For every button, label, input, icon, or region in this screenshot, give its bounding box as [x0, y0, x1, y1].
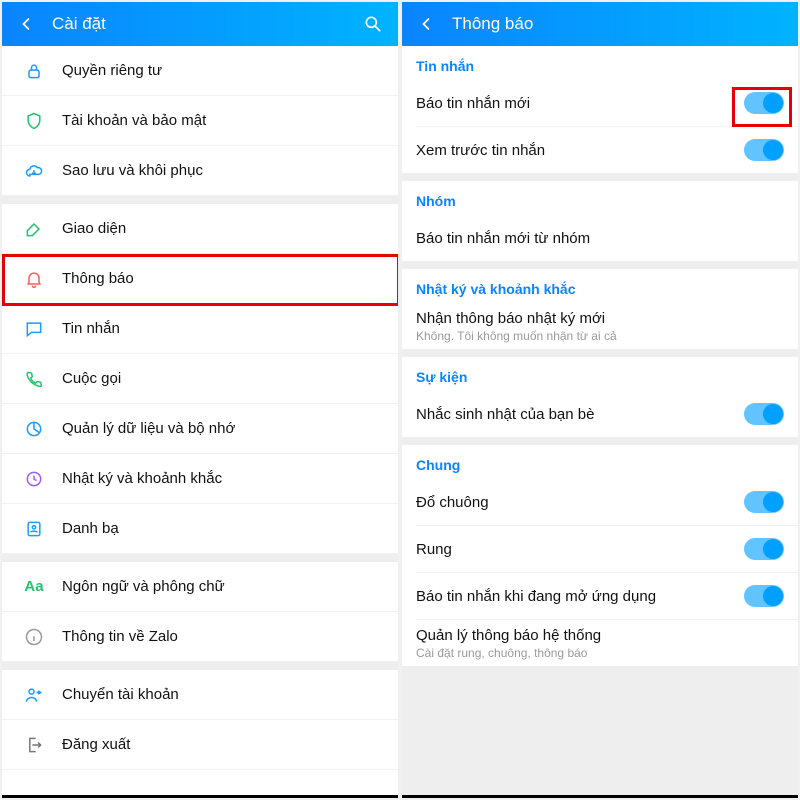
- settings-row-info[interactable]: Thông tin về Zalo: [2, 612, 398, 662]
- settings-row-pie[interactable]: Quản lý dữ liệu và bộ nhớ: [2, 404, 398, 454]
- toggle-ring[interactable]: [744, 491, 784, 513]
- settings-row-phone[interactable]: Cuộc gọi: [2, 354, 398, 404]
- settings-row-label: Cuộc gọi: [62, 370, 384, 387]
- section-header-event: Sự kiện: [402, 357, 798, 391]
- row-while-open[interactable]: Báo tin nhắn khi đang mở ứng dụng: [402, 573, 798, 619]
- settings-header: Cài đặt: [2, 2, 398, 46]
- row-label: Đổ chuông: [416, 494, 744, 511]
- section-header-messages: Tin nhắn: [402, 46, 798, 80]
- lock-icon: [20, 61, 48, 81]
- notifications-screen: Thông báo Tin nhắn Báo tin nhắn mới Xem …: [402, 2, 798, 798]
- row-label: Báo tin nhắn mới: [416, 95, 744, 112]
- settings-row-lock[interactable]: Quyền riêng tư: [2, 46, 398, 96]
- screen-divider: [2, 795, 398, 798]
- settings-row-cloud[interactable]: Sao lưu và khôi phục: [2, 146, 398, 196]
- cloud-icon: [20, 161, 48, 181]
- info-icon: [20, 627, 48, 647]
- row-group-message[interactable]: Báo tin nhắn mới từ nhóm: [402, 215, 798, 261]
- settings-row-shield[interactable]: Tài khoản và bảo mật: [2, 96, 398, 146]
- row-sublabel: Không. Tôi không muốn nhận từ ai cả: [416, 329, 784, 343]
- settings-row-label: Thông tin về Zalo: [62, 628, 384, 645]
- switch-icon: [20, 685, 48, 705]
- bell-icon: [20, 269, 48, 289]
- section-header-group: Nhóm: [402, 181, 798, 215]
- row-preview-message[interactable]: Xem trước tin nhắn: [402, 127, 798, 173]
- notifications-header: Thông báo: [402, 2, 798, 46]
- section-header-general: Chung: [402, 445, 798, 479]
- phone-icon: [20, 369, 48, 389]
- settings-row-switch[interactable]: Chuyển tài khoản: [2, 670, 398, 720]
- settings-row-label: Chuyển tài khoản: [62, 686, 384, 703]
- logout-icon: [20, 735, 48, 755]
- row-label: Nhắc sinh nhật của bạn bè: [416, 406, 744, 423]
- toggle-while-open[interactable]: [744, 585, 784, 607]
- settings-row-label: Quản lý dữ liệu và bộ nhớ: [62, 420, 384, 437]
- chat-icon: [20, 319, 48, 339]
- contacts-icon: [20, 519, 48, 539]
- settings-row-logout[interactable]: Đăng xuất: [2, 720, 398, 770]
- settings-row-label: Thông báo: [62, 270, 384, 287]
- back-icon[interactable]: [416, 14, 436, 34]
- settings-row-brush[interactable]: Giao diện: [2, 204, 398, 254]
- settings-screen: Cài đặt Quyền riêng tư Tài khoản và bảo m…: [2, 2, 398, 798]
- brush-icon: [20, 219, 48, 239]
- pie-icon: [20, 419, 48, 439]
- settings-row-label: Tin nhắn: [62, 320, 384, 337]
- row-ring[interactable]: Đổ chuông: [402, 479, 798, 525]
- settings-title: Cài đặt: [52, 14, 346, 34]
- settings-row-label: Tài khoản và bảo mật: [62, 112, 384, 129]
- settings-list: Quyền riêng tư Tài khoản và bảo mật Sao lư…: [2, 46, 398, 798]
- screen-divider: [402, 795, 798, 798]
- search-icon[interactable]: [362, 13, 384, 35]
- section-header-diary: Nhật ký và khoảnh khắc: [402, 269, 798, 303]
- row-label: Quản lý thông báo hệ thống: [416, 627, 784, 644]
- row-label: Xem trước tin nhắn: [416, 142, 744, 159]
- clock-icon: [20, 469, 48, 489]
- settings-row-label: Sao lưu và khôi phục: [62, 162, 384, 179]
- settings-row-label: Ngôn ngữ và phông chữ: [62, 578, 384, 595]
- row-label: Báo tin nhắn khi đang mở ứng dụng: [416, 588, 744, 605]
- settings-row-label: Giao diện: [62, 220, 384, 237]
- back-icon[interactable]: [16, 14, 36, 34]
- settings-row-bell[interactable]: Thông báo: [2, 254, 398, 304]
- settings-row-label: Đăng xuất: [62, 736, 384, 753]
- row-system-notify[interactable]: Quản lý thông báo hệ thống Cài đặt rung,…: [402, 620, 798, 666]
- settings-row-label: Danh bạ: [62, 520, 384, 537]
- toggle-vibrate[interactable]: [744, 538, 784, 560]
- row-label: Rung: [416, 541, 744, 558]
- toggle-birthday[interactable]: [744, 403, 784, 425]
- row-vibrate[interactable]: Rung: [402, 526, 798, 572]
- row-label: Nhận thông báo nhật ký mới: [416, 310, 784, 327]
- settings-row-aa[interactable]: Aa Ngôn ngữ và phông chữ: [2, 562, 398, 612]
- aa-icon: Aa: [20, 578, 48, 595]
- row-diary-notify[interactable]: Nhận thông báo nhật ký mới Không. Tôi kh…: [402, 303, 798, 349]
- settings-row-contacts[interactable]: Danh bạ: [2, 504, 398, 554]
- toggle-preview-message[interactable]: [744, 139, 784, 161]
- toggle-new-message[interactable]: [744, 92, 784, 114]
- row-new-message[interactable]: Báo tin nhắn mới: [402, 80, 798, 126]
- row-label: Báo tin nhắn mới từ nhóm: [416, 230, 784, 247]
- settings-row-chat[interactable]: Tin nhắn: [2, 304, 398, 354]
- row-birthday[interactable]: Nhắc sinh nhật của bạn bè: [402, 391, 798, 437]
- shield-icon: [20, 111, 48, 131]
- settings-row-clock[interactable]: Nhật ký và khoảnh khắc: [2, 454, 398, 504]
- settings-row-label: Quyền riêng tư: [62, 62, 384, 79]
- notifications-title: Thông báo: [452, 14, 784, 34]
- row-sublabel: Cài đặt rung, chuông, thông báo: [416, 646, 784, 660]
- settings-row-label: Nhật ký và khoảnh khắc: [62, 470, 384, 487]
